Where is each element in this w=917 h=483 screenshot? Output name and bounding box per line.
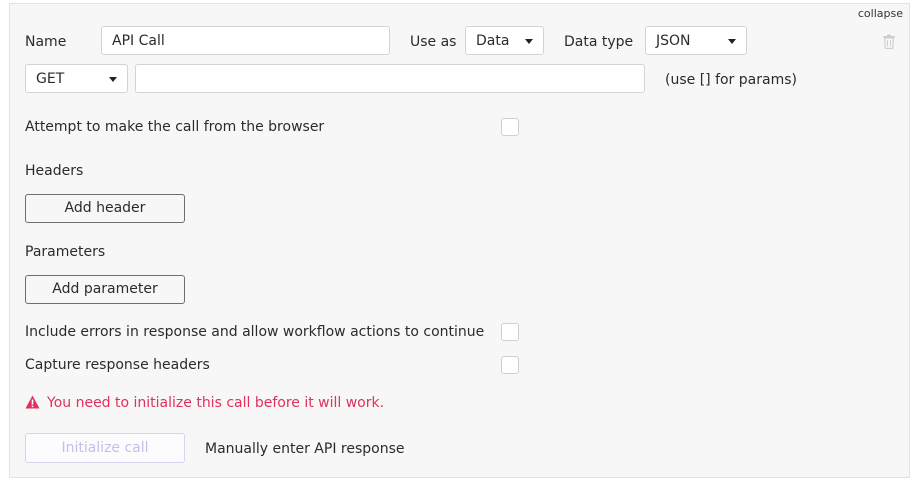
chevron-down-icon (728, 39, 736, 44)
api-call-panel: collapse Name API Call Use as Data Data … (9, 3, 910, 478)
use-as-label: Use as (410, 34, 457, 50)
method-select[interactable]: GET (25, 64, 128, 93)
chevron-down-icon (525, 39, 533, 44)
collapse-link[interactable]: collapse (858, 7, 903, 20)
include-errors-label: Include errors in response and allow wor… (25, 324, 485, 340)
url-input[interactable] (135, 64, 645, 93)
warning-triangle-icon (25, 395, 40, 409)
add-header-button[interactable]: Add header (25, 194, 185, 223)
trash-icon[interactable] (882, 34, 896, 49)
capture-headers-checkbox[interactable] (501, 356, 519, 374)
method-value: GET (36, 71, 65, 87)
parameters-title: Parameters (25, 244, 106, 260)
params-hint: (use [] for params) (665, 72, 797, 88)
data-type-select[interactable]: JSON (645, 26, 747, 55)
initialize-call-button[interactable]: Initialize call (25, 433, 185, 463)
name-input[interactable]: API Call (101, 26, 390, 55)
chevron-down-icon (109, 77, 117, 82)
headers-title: Headers (25, 163, 84, 179)
initialize-warning: You need to initialize this call before … (47, 395, 385, 411)
include-errors-checkbox[interactable] (501, 323, 519, 341)
browser-call-label: Attempt to make the call from the browse… (25, 119, 325, 135)
browser-call-checkbox[interactable] (501, 118, 519, 136)
add-parameter-button[interactable]: Add parameter (25, 275, 185, 304)
manual-api-response-link[interactable]: Manually enter API response (205, 439, 404, 459)
use-as-select[interactable]: Data (465, 26, 544, 55)
data-type-value: JSON (656, 33, 691, 49)
data-type-label: Data type (564, 34, 634, 50)
capture-headers-label: Capture response headers (25, 357, 210, 373)
use-as-value: Data (476, 33, 510, 49)
name-label: Name (25, 34, 67, 50)
